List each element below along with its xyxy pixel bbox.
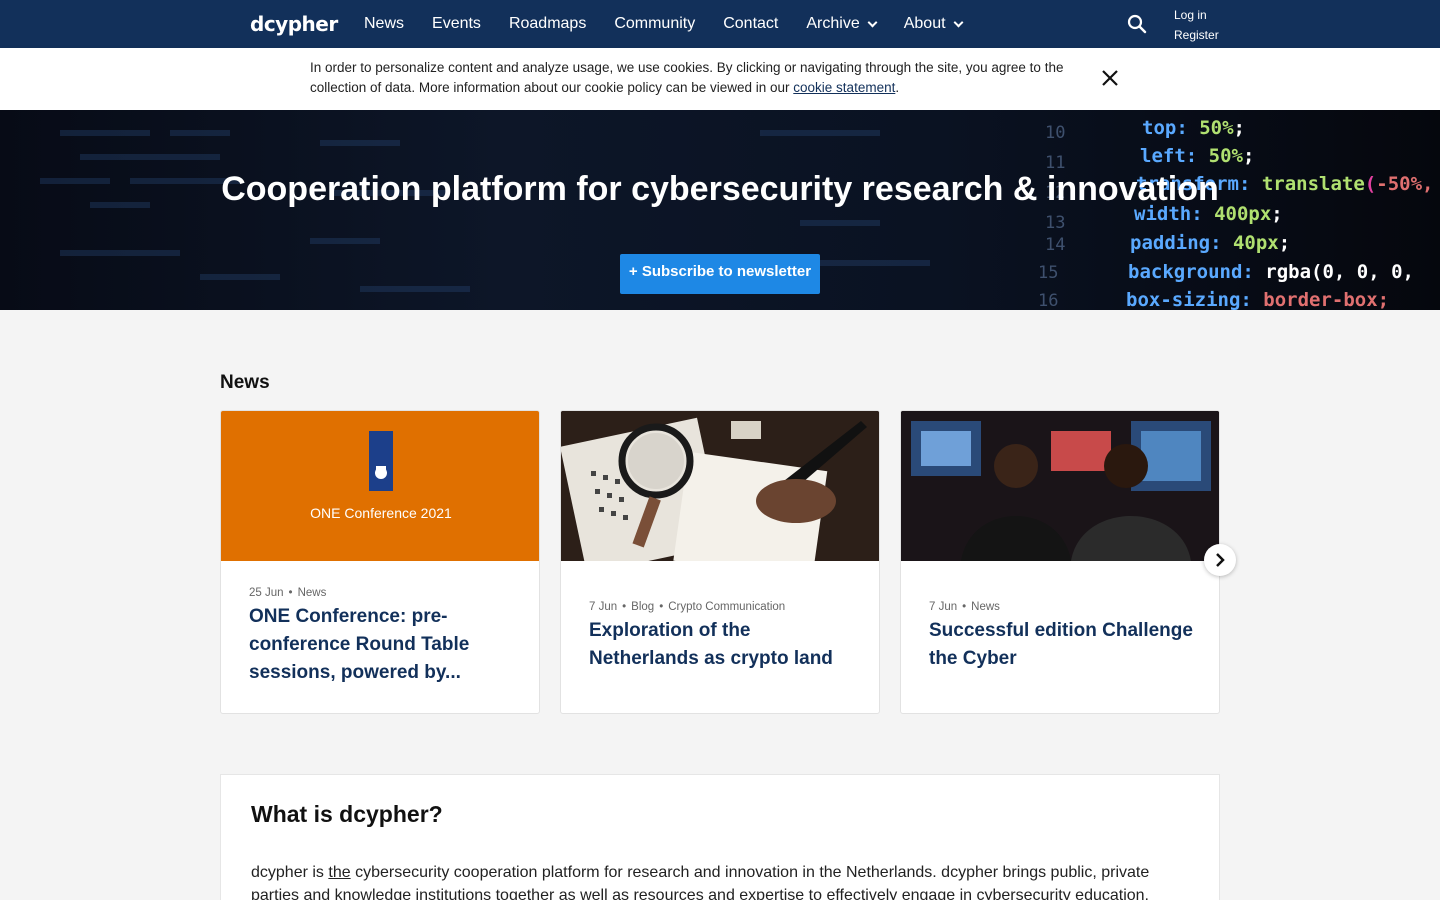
svg-text:10: 10: [1045, 123, 1065, 143]
news-card-meta: 7 Jun • News: [929, 601, 1000, 613]
news-card-meta: 25 Jun • News: [249, 587, 326, 599]
news-card-date: 7 Jun: [929, 601, 958, 613]
cookie-text: In order to personalize content and anal…: [310, 60, 1064, 95]
news-card-title[interactable]: Exploration of the Netherlands as crypto…: [589, 617, 859, 673]
news-card-date: 25 Jun: [249, 587, 284, 599]
meta-separator: •: [962, 601, 967, 613]
news-card[interactable]: 7 Jun • News Successful edition Challenge …: [900, 410, 1220, 714]
nav-dropdown-label: About: [903, 15, 946, 32]
cookie-message: In order to personalize content and anal…: [310, 58, 1090, 98]
news-card[interactable]: ONE Conference 2021 25 Jun • News ONE Conf…: [220, 410, 540, 714]
about-section: What is dcypher? dcypher is the cybersec…: [220, 774, 1220, 900]
meta-separator: •: [622, 601, 627, 613]
dcypher-logo[interactable]: dcypher: [250, 12, 338, 36]
nav-link-community[interactable]: Community: [614, 15, 695, 33]
news-card-image: [901, 411, 1219, 561]
close-icon: [1102, 70, 1118, 86]
login-link[interactable]: Log in: [1174, 5, 1219, 25]
cookie-banner: In order to personalize content and anal…: [0, 48, 1440, 110]
auth-links: Log in Register: [1174, 5, 1219, 45]
magnifying-glass-photo: [561, 411, 879, 561]
carousel-next-button[interactable]: [1204, 544, 1236, 576]
about-title: What is dcypher?: [251, 801, 443, 827]
news-card-image: ONE Conference 2021: [221, 411, 539, 561]
meta-separator: •: [659, 601, 664, 613]
main-menu: News Events Roadmaps Community Contact A…: [364, 0, 990, 48]
svg-text:box-sizing: border-box;: box-sizing: border-box;: [1126, 289, 1389, 310]
hero-banner: 10 11 12 13 14 15 16 top: 50%; left: 50%; tr…: [0, 110, 1440, 310]
cookie-statement-link[interactable]: cookie statement: [793, 80, 895, 95]
search-button[interactable]: [1126, 13, 1148, 35]
top-navbar: dcypher News Events Roadmaps Community C…: [0, 0, 1440, 48]
nav-link-contact[interactable]: Contact: [723, 15, 778, 33]
close-cookie-button[interactable]: [1100, 68, 1120, 88]
dutch-government-logo: [369, 431, 393, 491]
about-underlined-link[interactable]: the: [328, 864, 350, 881]
svg-text:16: 16: [1038, 291, 1058, 310]
gaming-people-photo: [901, 411, 1219, 561]
subscribe-newsletter-button[interactable]: + Subscribe to newsletter: [620, 254, 820, 294]
svg-text:13: 13: [1045, 213, 1065, 233]
about-text-pre: dcypher is: [251, 864, 329, 881]
meta-separator: •: [288, 587, 293, 599]
nav-dropdown-archive[interactable]: Archive: [806, 15, 878, 33]
news-card-image: [561, 411, 879, 561]
news-card-date: 7 Jun: [589, 601, 618, 613]
about-text: dcypher is the cybersecurity cooperation…: [251, 861, 1201, 900]
svg-text:padding: 40px;: padding: 40px;: [1130, 232, 1290, 254]
cookie-text-end: .: [895, 80, 900, 95]
chevron-down-icon: [867, 17, 878, 27]
nav-link-roadmaps[interactable]: Roadmaps: [509, 15, 586, 33]
news-card-tag[interactable]: Blog: [631, 601, 654, 613]
news-card-tag[interactable]: News: [298, 587, 327, 599]
svg-text:14: 14: [1045, 235, 1065, 255]
register-link[interactable]: Register: [1174, 25, 1219, 45]
svg-text:background: rgba(0, 0, 0,: background: rgba(0, 0, 0,: [1128, 261, 1414, 283]
news-card-meta: 7 Jun • Blog • Crypto Communication: [589, 601, 785, 613]
news-card-tag[interactable]: News: [971, 601, 1000, 613]
hero-title: Cooperation platform for cybersecurity r…: [221, 170, 1219, 208]
nav-dropdown-about[interactable]: About: [903, 15, 963, 33]
svg-text:top: 50%;: top: 50%;: [1142, 117, 1245, 139]
nav-link-news[interactable]: News: [364, 15, 404, 33]
nav-link-events[interactable]: Events: [432, 15, 481, 33]
news-card-tag[interactable]: Crypto Communication: [668, 601, 785, 613]
search-icon: [1127, 14, 1147, 34]
news-card[interactable]: 7 Jun • Blog • Crypto Communication Explorat…: [560, 410, 880, 714]
chevron-down-icon: [953, 17, 963, 27]
nav-dropdown-label: Archive: [806, 15, 860, 32]
svg-text:15: 15: [1038, 263, 1058, 283]
about-text-post: cybersecurity cooperation platform for r…: [251, 864, 1150, 900]
news-section-heading: News: [220, 372, 270, 393]
news-card-title[interactable]: Successful edition Challenge the Cyber: [929, 617, 1199, 673]
chevron-right-icon: [1216, 553, 1225, 567]
svg-text:left: 50%;: left: 50%;: [1140, 145, 1254, 167]
news-card-image-label: ONE Conference 2021: [310, 505, 452, 521]
news-card-title[interactable]: ONE Conference: pre-conference Round Tab…: [249, 603, 519, 687]
